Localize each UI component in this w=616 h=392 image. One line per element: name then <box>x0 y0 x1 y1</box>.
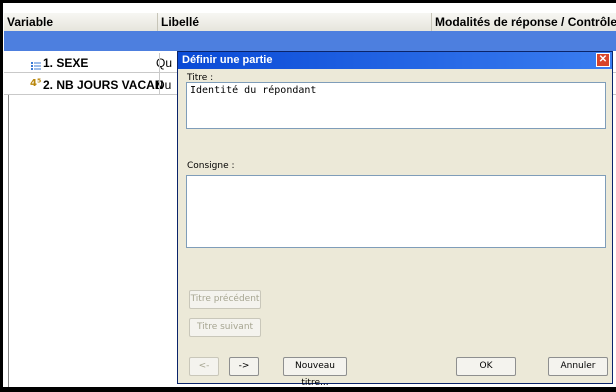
titre-precedent-button[interactable]: Titre précédent <box>189 290 261 309</box>
ok-button[interactable]: OK <box>456 357 516 376</box>
titre-field[interactable]: Identité du répondant <box>186 82 606 129</box>
nouveau-titre-button[interactable]: Nouveau titre... <box>283 357 347 388</box>
dialog-definir-partie: Définir une partie ✕ Titre : Identité du… <box>177 51 613 388</box>
variable-name: 1. SEXE <box>43 56 89 70</box>
titre-suivant-button[interactable]: Titre suivant <box>189 318 261 337</box>
column-divider <box>159 53 160 95</box>
column-header-modalites[interactable]: Modalités de réponse / Contrôles <box>432 13 616 31</box>
section-row-selected[interactable] <box>4 31 616 51</box>
table-header: Variable Libellé Modalités de réponse / … <box>4 13 616 32</box>
numeric-icon: 4⁵ <box>30 78 42 89</box>
consigne-field[interactable] <box>186 175 606 248</box>
list-icon <box>31 58 41 70</box>
annuler-button[interactable]: Annuler <box>548 357 608 376</box>
variable-name: 2. NB JOURS VACAN <box>43 78 164 92</box>
consigne-label: Consigne : <box>187 161 235 171</box>
forward-button[interactable]: -> <box>229 357 259 376</box>
column-header-variable[interactable]: Variable <box>4 13 158 31</box>
column-header-libelle[interactable]: Libellé <box>158 13 432 31</box>
close-icon[interactable]: ✕ <box>596 53 610 67</box>
left-border <box>8 95 9 387</box>
dialog-titlebar[interactable]: Définir une partie ✕ <box>178 52 612 69</box>
back-button[interactable]: <- <box>189 357 219 376</box>
dialog-title: Définir une partie <box>182 54 273 66</box>
